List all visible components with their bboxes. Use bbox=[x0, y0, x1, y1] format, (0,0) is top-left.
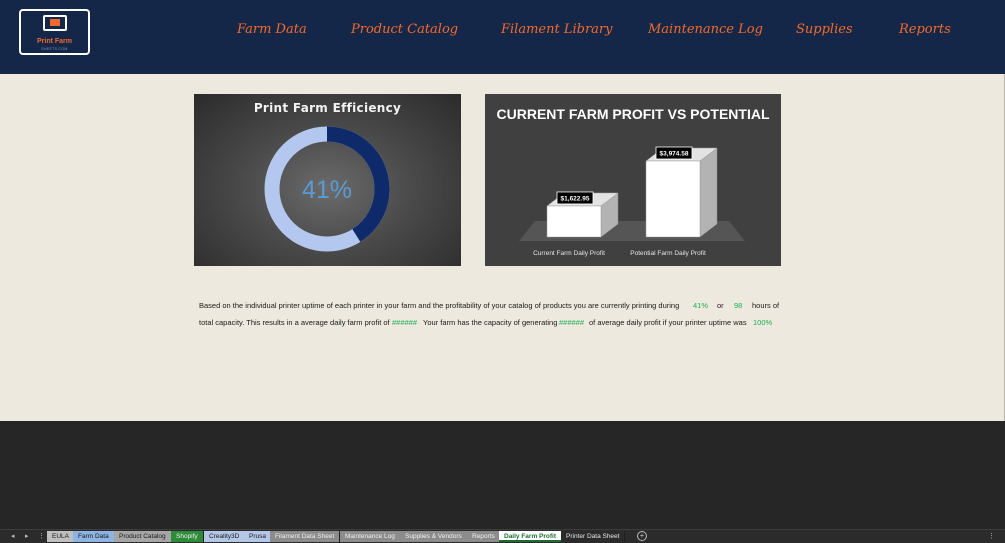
profit-chart-plot: $1,622.95 Current Farm Daily Profit $3,974… bbox=[519, 146, 745, 257]
add-sheet-icon[interactable]: + bbox=[637, 531, 647, 541]
category-label-0: Current Farm Daily Profit bbox=[533, 250, 605, 257]
sheet-tab-shopify[interactable]: Shopify bbox=[171, 531, 204, 542]
spreadsheet-window: Print Farm SHEETS.COM Farm Data Product … bbox=[0, 0, 1005, 543]
summary-hours-text: hours of bbox=[752, 301, 780, 310]
uptime-percent[interactable]: 41% bbox=[693, 297, 708, 314]
potential-profit-cell[interactable]: ###### bbox=[559, 314, 584, 331]
nav-reports[interactable]: Reports bbox=[899, 22, 951, 37]
summary-text-2b: Your farm has the capacity of generating bbox=[423, 318, 558, 327]
nav-filament-library[interactable]: Filament Library bbox=[501, 22, 612, 37]
logo-subtitle: SHEETS.COM bbox=[41, 47, 68, 51]
summary-line-1: Based on the individual printer uptime o… bbox=[199, 297, 799, 314]
tab-more-right-icon[interactable]: ⋮ bbox=[988, 532, 995, 540]
uptime-hours[interactable]: 98 bbox=[734, 297, 742, 314]
summary-text-2a: total capacity. This results in a averag… bbox=[199, 318, 390, 327]
bar-1 bbox=[645, 160, 701, 238]
sheet-tab-filament-data-sheet[interactable]: Filament Data Sheet bbox=[270, 531, 341, 542]
efficiency-chart[interactable]: Print Farm Efficiency 41% bbox=[194, 94, 461, 266]
sheet-tab-supplies-vendors[interactable]: Supplies & Vendors bbox=[400, 531, 468, 542]
sheet-tab-reports[interactable]: Reports bbox=[467, 531, 501, 542]
bar-data-label-1: $3,974.58 bbox=[660, 151, 689, 158]
daily-profit-cell[interactable]: ###### bbox=[392, 314, 417, 331]
nav-maintenance-log[interactable]: Maintenance Log bbox=[648, 22, 763, 37]
tab-more-left-icon[interactable]: ⋮ bbox=[38, 532, 45, 540]
sheet-tab-maintenance-log[interactable]: Maintenance Log bbox=[340, 531, 401, 542]
full-uptime-percent[interactable]: 100% bbox=[753, 314, 772, 331]
efficiency-value: 41% bbox=[302, 176, 352, 204]
summary-or: or bbox=[717, 301, 724, 310]
bar-0 bbox=[546, 205, 602, 238]
summary-paragraph: Based on the individual printer uptime o… bbox=[199, 297, 799, 331]
sheet-tab-prusa[interactable]: Prusa bbox=[244, 531, 272, 542]
profit-chart[interactable]: CURRENT FARM PROFIT VS POTENTIAL $1,622.… bbox=[485, 94, 781, 266]
sheet-tab-bar: ◂ ▸ ⋮ EULA Farm Data Product Catalog Sho… bbox=[0, 529, 1005, 543]
nav-product-catalog[interactable]: Product Catalog bbox=[351, 22, 458, 37]
main-nav: Farm Data Product Catalog Filament Libra… bbox=[0, 22, 1005, 42]
sheet-tab-printer-data-sheet[interactable]: Printer Data Sheet bbox=[561, 531, 626, 542]
tab-scroll-right-icon[interactable]: ▸ bbox=[25, 532, 29, 540]
nav-supplies[interactable]: Supplies bbox=[796, 22, 853, 37]
sheet-tab-product-catalog[interactable]: Product Catalog bbox=[114, 531, 172, 542]
summary-text-2c: of average daily profit if your printer … bbox=[589, 318, 747, 327]
category-label-1: Potential Farm Daily Profit bbox=[630, 250, 706, 257]
header-banner: Print Farm SHEETS.COM Farm Data Product … bbox=[0, 0, 1005, 74]
sheet-tab-farm-data[interactable]: Farm Data bbox=[73, 531, 115, 542]
summary-text-1: Based on the individual printer uptime o… bbox=[199, 301, 680, 310]
bar-data-label-0: $1,622.95 bbox=[561, 195, 590, 202]
nav-farm-data[interactable]: Farm Data bbox=[237, 22, 307, 37]
bar-side-1 bbox=[699, 147, 718, 238]
tab-scroll-left-icon[interactable]: ◂ bbox=[11, 532, 15, 540]
sheet-tab-creality3d[interactable]: Creality3D bbox=[204, 531, 246, 542]
sheet-tab-eula[interactable]: EULA bbox=[47, 531, 75, 542]
summary-line-2: total capacity. This results in a averag… bbox=[199, 314, 799, 331]
sheet-tab-daily-farm-profit[interactable]: Daily Farm Profit bbox=[499, 531, 563, 542]
efficiency-donut: 41% bbox=[264, 126, 390, 252]
